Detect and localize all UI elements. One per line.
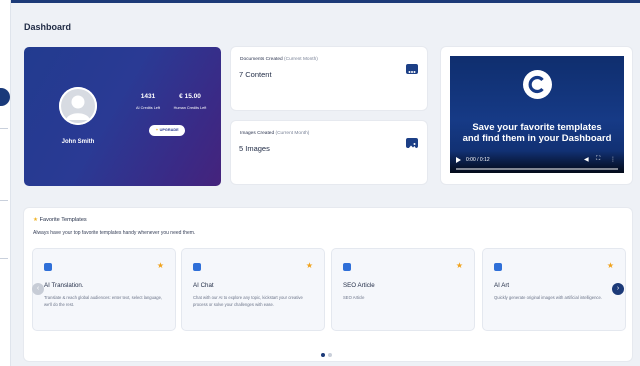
top-bar	[0, 0, 640, 3]
documents-title-text: Documents Created	[240, 57, 283, 62]
images-title-text: Images Created	[240, 131, 275, 136]
profile-card: John Smith 1431 AI Credits Left € 15.00 …	[24, 47, 221, 186]
fullscreen-icon[interactable]: ⛶	[596, 156, 600, 163]
folder-icon	[406, 64, 418, 74]
favorites-title-text: Favorite Templates	[39, 217, 87, 223]
user-placeholder-icon	[59, 87, 97, 125]
video-progress-bar[interactable]	[456, 168, 618, 170]
carousel-prev-button[interactable]: ‹	[32, 283, 44, 295]
template-description: Translate & reach global audiences: ente…	[44, 295, 163, 307]
video-headline-line1: Save your favorite templates	[472, 122, 602, 133]
sidebar-divider	[0, 258, 8, 259]
template-card-seo-article[interactable]: ★ SEO Article SEO Article	[332, 249, 474, 330]
carousel-dot[interactable]	[328, 353, 332, 357]
template-name: AI Chat	[193, 282, 214, 289]
sidebar-collapsed	[0, 0, 11, 366]
template-description: Chat with our AI to explore any topic, k…	[193, 295, 303, 307]
video-time: 0:00 / 0:12	[466, 157, 490, 163]
play-icon[interactable]	[456, 157, 461, 163]
images-created-card: Images Created (Current Month) 5 Images	[231, 121, 427, 184]
human-credits-stat: € 15.00 Human Credits Left	[168, 93, 212, 110]
avatar	[59, 87, 97, 125]
favorites-title: ★ Favorite Templates	[33, 217, 87, 223]
user-name: John Smith	[61, 139, 95, 145]
video-headline-line2: and find them in your Dashboard	[462, 133, 612, 144]
favorite-star-icon[interactable]: ★	[157, 261, 164, 270]
carousel-next-button[interactable]: ›	[612, 283, 624, 295]
template-icon	[343, 263, 351, 271]
brand-logo-icon: C	[523, 70, 552, 99]
template-card-ai-art[interactable]: ★ AI Art Quickly generate original image…	[483, 249, 625, 330]
ai-credits-value: 1431	[140, 93, 156, 100]
video-card: C Save your favorite templates and find …	[441, 47, 632, 184]
template-icon	[193, 263, 201, 271]
template-card-ai-translation[interactable]: ★ AI Translation. Translate & reach glob…	[33, 249, 175, 330]
documents-created-card: Documents Created (Current Month) 7 Cont…	[231, 47, 427, 110]
human-credits-value: € 15.00	[179, 93, 201, 100]
template-icon	[494, 263, 502, 271]
carousel-pagination	[321, 344, 335, 362]
images-period: (Current Month)	[275, 131, 310, 136]
carousel-dot-active[interactable]	[321, 353, 325, 357]
video-headline: Save your favorite templates and find th…	[450, 122, 624, 144]
favorite-templates-section: ★ Favorite Templates Always have your to…	[24, 208, 632, 361]
template-description: Quickly generate original images with ar…	[494, 295, 602, 300]
human-credits-label: Human Credits Left	[173, 106, 207, 110]
image-icon	[406, 138, 418, 149]
template-name: AI Art	[494, 282, 510, 289]
images-count: 5 Images	[239, 144, 270, 153]
template-card-ai-chat[interactable]: ★ AI Chat Chat with our AI to explore an…	[182, 249, 324, 330]
documents-period: (Current Month)	[284, 57, 318, 62]
template-name: AI Translation.	[44, 282, 84, 289]
sidebar-divider	[0, 128, 8, 129]
template-icon	[44, 263, 52, 271]
template-description: SEO Article	[343, 295, 365, 300]
documents-title: Documents Created (Current Month)	[240, 57, 318, 62]
favorite-star-icon[interactable]: ★	[306, 261, 313, 270]
sidebar-divider	[0, 200, 8, 201]
documents-count: 7 Content	[239, 70, 272, 79]
star-icon: ★	[33, 217, 39, 223]
ai-credits-label: AI Credits Left	[135, 106, 161, 110]
upgrade-label: UPGRADE	[159, 128, 179, 132]
page-title: Dashboard	[24, 22, 72, 32]
volume-icon[interactable]: ◀	[584, 156, 589, 163]
upgrade-button[interactable]: ✦ UPGRADE	[149, 125, 185, 136]
template-name: SEO Article	[343, 282, 375, 289]
tutorial-video[interactable]: C Save your favorite templates and find …	[450, 56, 624, 173]
crown-icon: ✦	[155, 128, 159, 132]
ai-credits-stat: 1431 AI Credits Left	[128, 93, 168, 110]
images-title: Images Created (Current Month)	[240, 131, 309, 136]
more-options-icon[interactable]: ⋮	[610, 156, 616, 163]
favorite-star-icon[interactable]: ★	[456, 261, 463, 270]
favorite-star-icon[interactable]: ★	[607, 261, 614, 270]
video-controls: 0:00 / 0:12 ◀ ⛶ ⋮	[450, 151, 624, 173]
favorites-subtitle: Always have your top favorite templates …	[33, 230, 196, 236]
